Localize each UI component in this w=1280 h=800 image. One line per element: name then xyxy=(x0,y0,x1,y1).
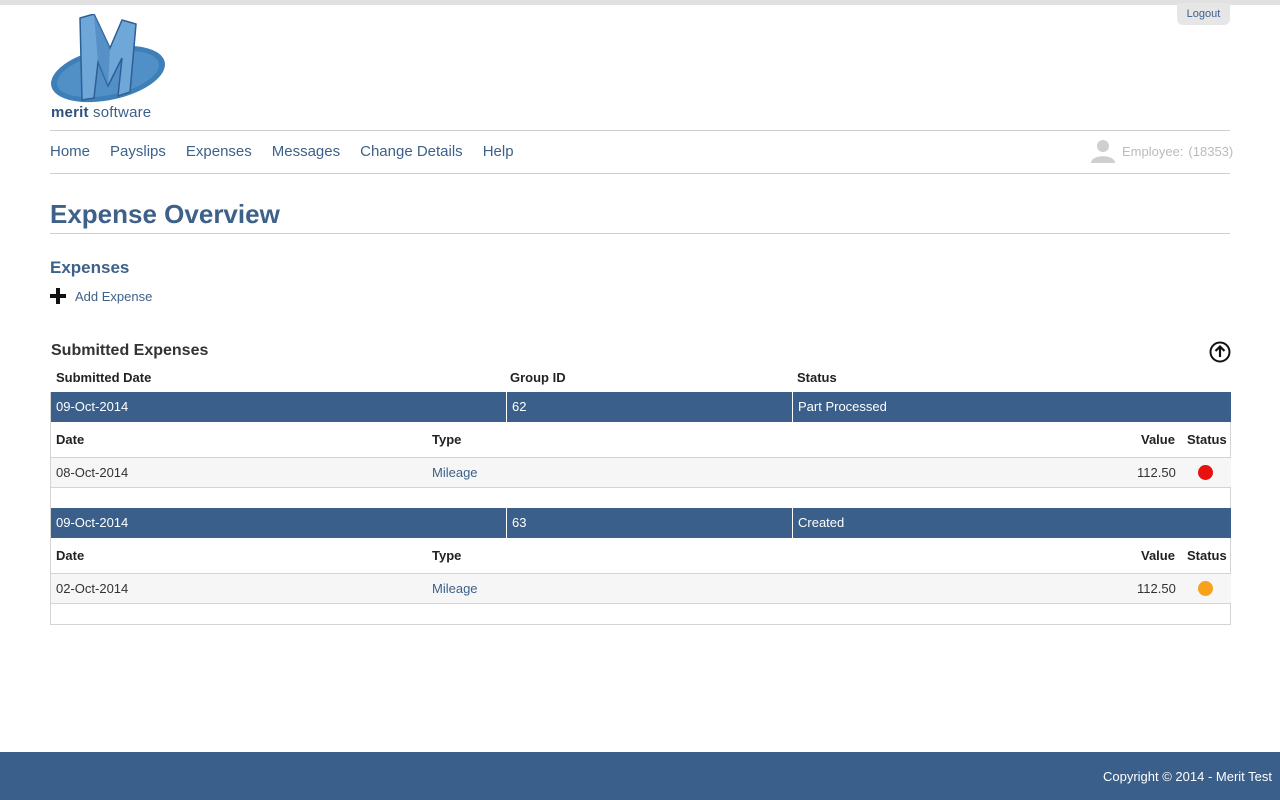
row-value: 112.50 xyxy=(1137,465,1176,480)
employee-id: (18353) xyxy=(1188,143,1234,159)
row-type-link[interactable]: Mileage xyxy=(432,465,478,480)
table-header: Submitted Date Group ID Status xyxy=(50,368,1231,392)
nav-home[interactable]: Home xyxy=(50,143,90,160)
group-status: Part Processed xyxy=(798,399,887,414)
page-title: Expense Overview xyxy=(50,199,280,229)
employee-label: Employee: xyxy=(1122,143,1184,159)
group-row[interactable]: 09-Oct-2014 63 Created xyxy=(51,508,1231,538)
header-divider xyxy=(50,130,1230,131)
expenses-table: 09-Oct-2014 62 Part Processed Date Type … xyxy=(50,392,1231,625)
detail-col-date: Date xyxy=(56,548,85,563)
logo-text: merit software xyxy=(51,104,152,121)
top-bar xyxy=(0,0,1280,5)
add-expense-button[interactable]: Add Expense xyxy=(50,288,152,304)
table-row[interactable]: 08-Oct-2014 Mileage 112.50 xyxy=(51,458,1231,488)
col-status: Status xyxy=(797,370,837,385)
nav-change-details[interactable]: Change Details xyxy=(360,143,463,160)
section-title: Expenses xyxy=(50,258,130,277)
submitted-expenses-title: Submitted Expenses xyxy=(51,342,209,359)
copyright-text: Copyright © 2014 - Merit Test xyxy=(1102,769,1272,784)
title-divider xyxy=(50,233,1230,234)
status-red-icon xyxy=(1198,465,1213,480)
nav-divider xyxy=(50,173,1230,174)
user-icon xyxy=(1091,140,1115,163)
footer: Copyright © 2014 - Merit Test xyxy=(0,752,1280,800)
group-submitted-date: 09-Oct-2014 xyxy=(51,508,507,538)
nav-messages[interactable]: Messages xyxy=(272,143,340,160)
group-status: Created xyxy=(798,515,845,530)
scroll-up-icon[interactable] xyxy=(1209,341,1231,363)
nav-expenses[interactable]: Expenses xyxy=(186,143,252,160)
detail-col-type: Type xyxy=(432,432,462,447)
detail-col-status: Status xyxy=(1187,548,1227,563)
main-nav: Home Payslips Expenses Messages Change D… xyxy=(50,143,534,160)
employee-info: Employee: (18353) xyxy=(1090,139,1233,163)
detail-col-value: Value xyxy=(1141,432,1175,447)
plus-icon xyxy=(50,288,66,304)
row-type-link[interactable]: Mileage xyxy=(432,581,478,596)
detail-col-value: Value xyxy=(1141,548,1175,563)
table-row[interactable]: 02-Oct-2014 Mileage 112.50 xyxy=(51,574,1231,604)
logout-button[interactable]: Logout xyxy=(1177,3,1230,25)
group-id: 62 xyxy=(507,392,793,422)
col-submitted-date: Submitted Date xyxy=(56,370,152,385)
add-expense-label: Add Expense xyxy=(75,288,153,304)
detail-col-type: Type xyxy=(432,548,462,563)
detail-header: Date Type Value Status xyxy=(51,538,1231,574)
row-value: 112.50 xyxy=(1137,581,1176,596)
nav-help[interactable]: Help xyxy=(483,143,514,160)
group-id: 63 xyxy=(507,508,793,538)
row-date: 02-Oct-2014 xyxy=(56,581,129,596)
detail-col-date: Date xyxy=(56,432,85,447)
detail-header: Date Type Value Status xyxy=(51,422,1231,458)
status-orange-icon xyxy=(1198,581,1213,596)
group-submitted-date: 09-Oct-2014 xyxy=(51,392,507,422)
detail-col-status: Status xyxy=(1187,432,1227,447)
col-group-id: Group ID xyxy=(510,370,566,385)
row-date: 08-Oct-2014 xyxy=(56,465,129,480)
nav-payslips[interactable]: Payslips xyxy=(110,143,166,160)
group-row[interactable]: 09-Oct-2014 62 Part Processed xyxy=(51,392,1231,422)
